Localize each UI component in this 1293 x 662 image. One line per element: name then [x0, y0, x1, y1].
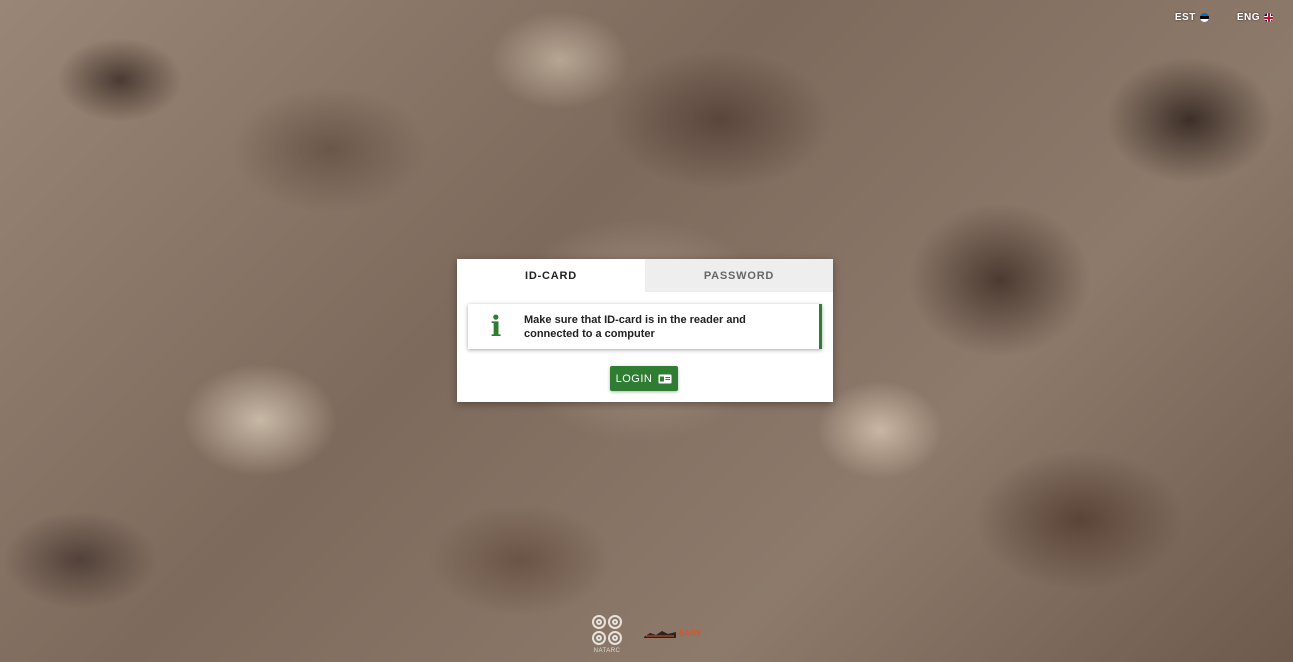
natarc-label: NATARC [593, 648, 621, 654]
tab-id-card[interactable]: ID-CARD [457, 259, 645, 292]
language-eng-button[interactable]: ENG [1237, 12, 1273, 23]
login-button[interactable]: LOGIN [610, 366, 678, 391]
sarv-label: SARV [679, 628, 702, 638]
language-switcher: EST ENG [1175, 12, 1273, 23]
alert-message-line-2: connected to a computer [524, 327, 655, 340]
natarc-logo: NATARC [590, 614, 624, 654]
language-est-button[interactable]: EST [1175, 12, 1209, 23]
info-icon: i [490, 309, 502, 343]
sarv-logo-icon [644, 631, 676, 638]
info-alert: i Make sure that ID-card is in the reade… [468, 304, 822, 349]
id-card-icon [658, 374, 672, 383]
tab-password[interactable]: PASSWORD [645, 259, 833, 292]
language-est-label: EST [1174, 12, 1196, 23]
sarv-logo: SARV [644, 628, 701, 638]
estonia-flag-icon [1199, 13, 1209, 22]
login-tabs: ID-CARD PASSWORD [457, 259, 833, 292]
login-button-label: LOGIN [615, 372, 653, 385]
alert-message: Make sure that ID-card is in the reader … [524, 313, 784, 341]
uk-flag-icon [1264, 13, 1273, 22]
alert-message-line-1: Make sure that ID-card is in the reader … [524, 313, 746, 326]
login-card: ID-CARD PASSWORD i Make sure that ID-car… [457, 259, 833, 402]
language-eng-label: ENG [1236, 12, 1260, 23]
natarc-logo-icon [592, 615, 622, 645]
footer-logos: NATARC SARV [590, 614, 701, 654]
